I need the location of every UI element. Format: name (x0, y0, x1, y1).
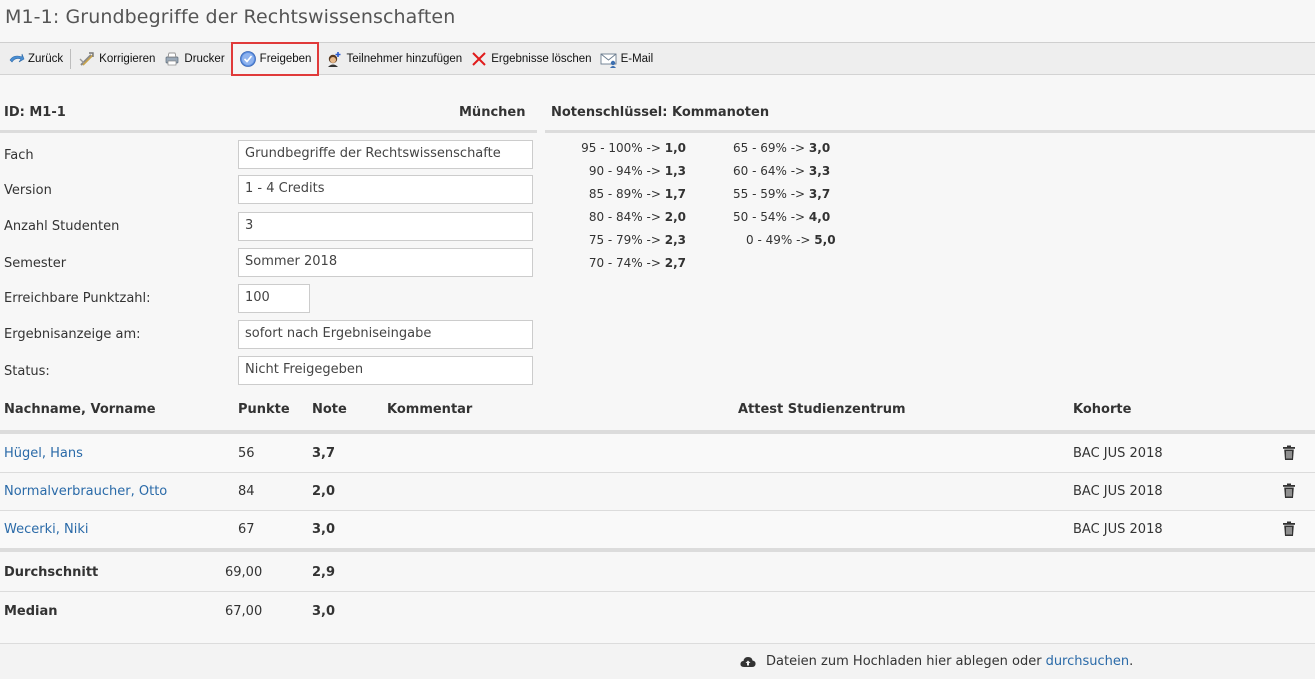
average-points: 69,00 (225, 565, 263, 580)
student-cohort: BAC JUS 2018 (1073, 484, 1163, 499)
students-label: Anzahl Studenten (4, 219, 120, 234)
red-x-icon (472, 51, 486, 66)
toolbar-separator (70, 48, 72, 69)
status-field[interactable]: Nicht Freigegeben (238, 356, 533, 385)
median-label: Median (4, 604, 58, 619)
print-button[interactable]: Drucker (159, 46, 228, 72)
student-points: 56 (238, 446, 255, 461)
column-header-cohort[interactable]: Kohorte (1073, 402, 1131, 417)
version-label: Version (4, 183, 52, 198)
column-header-name[interactable]: Nachname, Vorname (4, 402, 156, 417)
grade-key-entry: 90 - 94% -> 1,3 (588, 164, 686, 178)
delete-results-button[interactable]: Ergebnisse löschen (466, 46, 595, 72)
column-header-attest[interactable]: Attest Studienzentrum (738, 402, 906, 417)
grade-key-title: Notenschlüssel: Kommanoten (551, 105, 770, 120)
trash-icon[interactable] (1282, 445, 1296, 461)
median-points: 67,00 (225, 604, 263, 619)
check-circle-icon (239, 50, 256, 67)
grade-key-entry: 65 - 69% -> 3,0 (733, 141, 831, 155)
grade-key-entry: 75 - 79% -> 2,3 (588, 233, 686, 247)
column-header-grade[interactable]: Note (312, 402, 347, 417)
email-button[interactable]: E-Mail (596, 46, 658, 72)
trash-icon[interactable] (1282, 483, 1296, 499)
student-grade: 3,0 (312, 522, 336, 537)
back-arrow-icon (9, 53, 25, 62)
correct-button[interactable]: Korrigieren (74, 46, 159, 72)
subject-label: Fach (4, 148, 34, 163)
upload-hint: Dateien zum Hochladen hier ablegen oder … (740, 654, 1133, 669)
add-participant-button[interactable]: Teilnehmer hinzufügen (321, 46, 466, 72)
student-grade: 2,0 (312, 484, 336, 499)
row-divider (0, 591, 1315, 592)
cloud-upload-icon (740, 656, 756, 667)
tools-icon (79, 51, 94, 66)
average-grade: 2,9 (312, 565, 336, 580)
email-label: E-Mail (620, 52, 654, 65)
column-header-comment[interactable]: Kommentar (387, 402, 472, 417)
subject-field[interactable]: Grundbegriffe der Rechtswissenschafte (238, 140, 533, 169)
student-cohort: BAC JUS 2018 (1073, 446, 1163, 461)
correct-label: Korrigieren (99, 52, 156, 65)
add-user-icon (328, 51, 341, 67)
grade-key-entry: 70 - 74% -> 2,7 (588, 256, 686, 270)
status-label: Status: (4, 364, 50, 379)
semester-field[interactable]: Sommer 2018 (238, 248, 533, 277)
browse-link[interactable]: durchsuchen (1046, 654, 1130, 669)
student-points: 67 (238, 522, 255, 537)
grade-key-entry: 80 - 84% -> 2,0 (588, 210, 686, 224)
section-divider (0, 130, 537, 133)
exam-id: ID: M1-1 (4, 105, 66, 120)
student-name-link[interactable]: Normalverbraucher, Otto (4, 484, 167, 499)
result-display-label: Ergebnisanzeige am: (4, 327, 141, 342)
upload-period: . (1129, 654, 1134, 669)
student-grade: 3,7 (312, 446, 336, 461)
grade-key-entry: 0 - 49% -> 5,0 (746, 233, 836, 247)
page-title: M1-1: Grundbegriffe der Rechtswissenscha… (5, 6, 456, 28)
max-points-field[interactable]: 100 (238, 284, 310, 313)
exam-location: München (459, 105, 526, 120)
release-button[interactable]: Freigeben (230, 41, 320, 76)
result-display-field[interactable]: sofort nach Ergebniseingabe (238, 320, 533, 349)
grade-key-entry: 55 - 59% -> 3,7 (733, 187, 831, 201)
back-button[interactable]: Zurück (3, 46, 67, 72)
release-label: Freigeben (259, 52, 312, 65)
version-field[interactable]: 1 - 4 Credits (238, 175, 533, 204)
add-participant-label: Teilnehmer hinzufügen (346, 52, 463, 65)
grade-key-entry: 95 - 100% -> 1,0 (581, 141, 686, 155)
semester-label: Semester (4, 256, 67, 271)
grade-key-entry: 60 - 64% -> 3,3 (733, 164, 831, 178)
average-label: Durchschnitt (4, 565, 99, 580)
grade-key-entry: 50 - 54% -> 4,0 (733, 210, 831, 224)
trash-icon[interactable] (1282, 521, 1296, 537)
student-name-link[interactable]: Hügel, Hans (4, 446, 83, 461)
delete-results-label: Ergebnisse löschen (491, 52, 592, 65)
mail-user-icon (600, 53, 617, 68)
printer-icon (166, 52, 179, 65)
student-name-link[interactable]: Wecerki, Niki (4, 522, 88, 537)
column-header-points[interactable]: Punkte (238, 402, 290, 417)
student-cohort: BAC JUS 2018 (1073, 522, 1163, 537)
section-divider (545, 130, 1315, 133)
toolbar: Zurück Korrigieren Drucker Freigeben Tei… (0, 41, 1315, 76)
print-label: Drucker (184, 52, 225, 65)
median-grade: 3,0 (312, 604, 336, 619)
max-points-label: Erreichbare Punktzahl: (4, 291, 151, 306)
student-points: 84 (238, 484, 255, 499)
upload-text: Dateien zum Hochladen hier ablegen oder (766, 654, 1042, 669)
grade-key-entry: 85 - 89% -> 1,7 (588, 187, 686, 201)
students-field[interactable]: 3 (238, 212, 533, 241)
back-label: Zurück (28, 52, 64, 65)
table-summary-divider (0, 548, 1315, 552)
